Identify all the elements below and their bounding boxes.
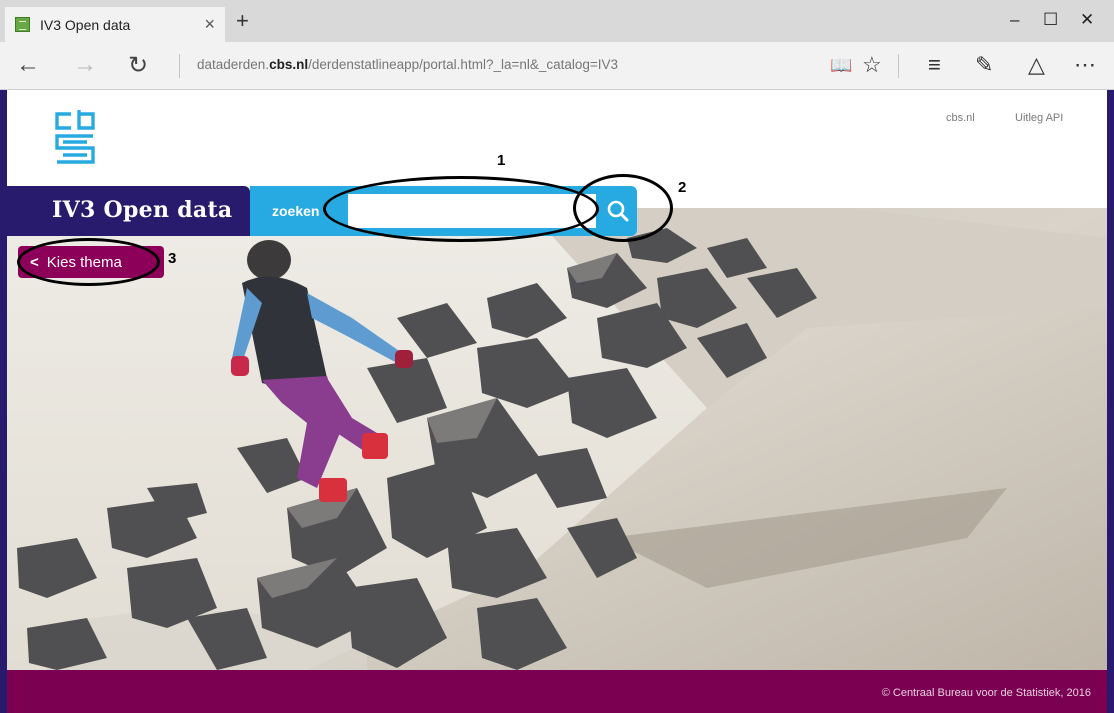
browser-nav-bar: ← → ↻ dataderden.cbs.nl/derdenstatlineap… [0, 42, 1114, 90]
toolbar-separator [898, 54, 899, 78]
cbs-nl-link[interactable]: cbs.nl [946, 112, 975, 124]
web-note-icon[interactable]: ✎ [975, 52, 993, 78]
address-separator [179, 54, 180, 78]
hero-image [7, 208, 1107, 670]
share-icon[interactable]: △ [1028, 52, 1045, 78]
url-domain-prefix: dataderden. [197, 57, 270, 72]
tab-close-button[interactable]: × [204, 14, 215, 35]
maximize-button[interactable]: ☐ [1043, 10, 1058, 30]
new-tab-button[interactable]: + [236, 8, 249, 34]
minimize-button[interactable]: – [1010, 10, 1019, 30]
annotation-ellipse-3 [17, 238, 160, 286]
copyright-text: © Centraal Bureau voor de Statistiek, 20… [881, 687, 1091, 699]
browser-tab[interactable]: IV3 Open data × [5, 7, 225, 42]
back-arrow-icon[interactable]: ← [16, 51, 40, 79]
page: cbs.nl Uitleg API IV3 Open data zoeken <… [0, 90, 1114, 713]
tab-title: IV3 Open data [40, 16, 131, 33]
annotation-number-3: 3 [168, 250, 177, 267]
favorite-star-icon[interactable]: ☆ [862, 52, 882, 78]
site-title[interactable]: IV3 Open data [52, 197, 232, 223]
annotation-number-1: 1 [497, 152, 506, 169]
left-border [0, 90, 7, 713]
annotation-number-2: 2 [678, 179, 687, 196]
right-border [1107, 90, 1114, 713]
browser-tab-bar: IV3 Open data × + – ☐ ✕ [0, 0, 1114, 42]
footer: © Centraal Bureau voor de Statistiek, 20… [7, 670, 1107, 713]
forward-arrow-icon[interactable]: → [73, 51, 97, 79]
annotation-ellipse-1 [323, 176, 599, 242]
brand-header: IV3 Open data [7, 186, 250, 236]
refresh-icon[interactable]: ↻ [128, 51, 148, 80]
more-icon[interactable]: ⋯ [1074, 52, 1096, 78]
search-label: zoeken [272, 203, 320, 219]
hub-icon[interactable]: ≡ [928, 52, 941, 78]
uitleg-api-link[interactable]: Uitleg API [1015, 112, 1063, 124]
reading-view-icon[interactable]: 📖 [830, 55, 852, 76]
url-path: /derdenstatlineapp/portal.html?_la=nl&_c… [308, 57, 619, 72]
close-window-button[interactable]: ✕ [1080, 10, 1094, 30]
annotation-ellipse-2 [573, 174, 673, 242]
address-bar[interactable]: dataderden.cbs.nl/derdenstatlineapp/port… [197, 57, 618, 72]
favicon-icon [15, 17, 30, 32]
cbs-logo[interactable] [53, 108, 97, 168]
url-domain: cbs.nl [269, 57, 309, 72]
